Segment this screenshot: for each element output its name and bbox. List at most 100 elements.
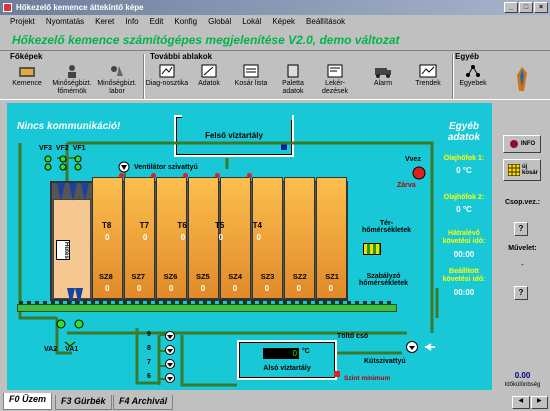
- szab-label: Szabályzó hőmérsékletek: [359, 273, 409, 287]
- zone-value-sz2: 0: [296, 284, 301, 293]
- zone-label-sz6: SZ6: [163, 272, 178, 281]
- maximize-button[interactable]: □: [519, 2, 533, 13]
- company-logo: [515, 65, 529, 93]
- menu-nyomtatas[interactable]: Nyomtatás: [46, 15, 84, 28]
- time-diff-label: Időkülönbség: [504, 382, 541, 388]
- info-button[interactable]: INFO: [503, 135, 541, 153]
- new-basket-button[interactable]: új kosár: [503, 159, 541, 181]
- muvelet-label: Művelet:: [508, 245, 537, 252]
- menu-konfig[interactable]: Konfig: [174, 15, 197, 28]
- ventilator-label: Ventilátor szivattyú: [134, 164, 198, 171]
- oil2-label: Olajhőfok 2:: [443, 194, 485, 201]
- tolto-label: Töltő cső: [337, 333, 369, 340]
- zone-value-sz7: 0: [136, 284, 142, 293]
- zone-value-sz8: 0: [105, 284, 110, 293]
- diagnostics-icon: [159, 64, 175, 78]
- query-icon: [327, 64, 343, 78]
- fomernok-button[interactable]: Minőségbizt. főmérnök: [50, 62, 94, 99]
- zone-value-t5: 0: [218, 233, 224, 242]
- menu-kepek[interactable]: Képek: [272, 15, 295, 28]
- vf1-label: VF1: [72, 145, 86, 152]
- kosar-lista-button[interactable]: Kosár lista: [229, 62, 273, 99]
- legend-swatch-icon: [363, 243, 381, 255]
- zone-label-sz4: SZ4: [228, 272, 243, 281]
- set-value: 00:00: [453, 288, 475, 297]
- tab-f3-gurbek[interactable]: F3 Gürbék: [55, 395, 112, 410]
- basket-list-icon: [243, 64, 259, 78]
- group-label-egyeb: Egyéb: [455, 52, 480, 61]
- kut-pump-icon[interactable]: [405, 340, 419, 354]
- cooling-spray-icons: [57, 183, 89, 201]
- furnace-icon: [19, 67, 35, 77]
- lower-tank-value: 0: [263, 348, 299, 359]
- zone-label-sz3: SZ3: [260, 272, 275, 281]
- va2-label: VA2: [44, 346, 58, 353]
- oil1-label: Olajhőfok 1:: [443, 155, 485, 162]
- furnace-base: [17, 304, 397, 312]
- zone-label-sz2: SZ2: [292, 272, 307, 281]
- tab-f0-uzem[interactable]: F0 Üzem: [3, 393, 53, 410]
- oil2-value: 0 °C: [456, 205, 472, 214]
- menu-projekt[interactable]: Projekt: [10, 15, 35, 28]
- paletta-button[interactable]: Paletta adatok: [271, 62, 315, 99]
- valve-vf3-icon[interactable]: [43, 155, 54, 173]
- info-icon: [509, 140, 518, 148]
- menu-global[interactable]: Globál: [208, 15, 231, 28]
- diagnosztika-button[interactable]: Diag-nosztika: [145, 62, 189, 99]
- adatok-button[interactable]: Adatok: [187, 62, 231, 99]
- vf3-label: VF3: [39, 145, 52, 152]
- tab-scroll-left-icon[interactable]: ◀: [512, 396, 530, 409]
- zone-value-t7: 0: [142, 233, 148, 242]
- menu-info[interactable]: Info: [125, 15, 138, 28]
- pump-icons[interactable]: [163, 331, 177, 387]
- title-bar: Hőkezelő kemence áttekintő képe _ □ ×: [0, 0, 550, 15]
- va-valves: [55, 318, 85, 348]
- tab-scroll-right-icon[interactable]: ▶: [530, 396, 548, 409]
- menu-lokal[interactable]: Lokál: [242, 15, 261, 28]
- trendek-button[interactable]: Trendek: [406, 62, 450, 99]
- cooling-label: Hűtés: [56, 240, 70, 260]
- zone-label-sz8: SZ8: [99, 272, 113, 281]
- menu-bar: Projekt Nyomtatás Keret Info Edit Konfig…: [0, 15, 550, 28]
- tab-f4-archival[interactable]: F4 Archivál: [113, 395, 174, 410]
- zone-value-sz4: 0: [232, 284, 238, 293]
- window-title: Hőkezelő kemence áttekintő képe: [16, 3, 144, 12]
- pump-group: 9 8 7 6: [147, 331, 187, 387]
- valve-vf1-icon[interactable]: [73, 155, 84, 173]
- kemence-button[interactable]: Kemence: [5, 62, 49, 99]
- time-diff-value: 0.00: [514, 371, 531, 380]
- right-panel: INFO új kosár Csop.vez.: ? Művelet: - ? …: [495, 103, 550, 390]
- zone-value-sz5: 0: [200, 284, 206, 293]
- zone-value-sz6: 0: [168, 284, 174, 293]
- level-min-label: Szint minimum: [344, 375, 391, 382]
- zone-label-t5: T5: [214, 221, 225, 230]
- labor-button[interactable]: Minőségbizt. labor: [95, 62, 139, 99]
- level-min-indicator: [334, 371, 340, 377]
- close-button[interactable]: ×: [534, 2, 548, 13]
- ter-label: Tér- hőmérsékletek: [362, 220, 412, 234]
- zone-label-sz1: SZ1: [325, 272, 339, 281]
- vvez-valve-icon[interactable]: [412, 166, 426, 180]
- menu-beallitasok[interactable]: Beállítások: [306, 15, 345, 28]
- toolbar: Főképek További ablakok Egyéb Kemence Mi…: [0, 50, 550, 100]
- lower-tank-label: Alsó víztartály: [263, 365, 311, 372]
- valve-vf2-icon[interactable]: [58, 155, 69, 173]
- egyebek-button[interactable]: Egyebek: [451, 62, 495, 99]
- zone-value-sz3: 0: [264, 284, 270, 293]
- zone-value-t6: 0: [180, 233, 186, 242]
- menu-edit[interactable]: Edit: [150, 15, 164, 28]
- minimize-button[interactable]: _: [504, 2, 518, 13]
- ventilator-icon[interactable]: [118, 161, 130, 173]
- zone-value-t4: 0: [256, 233, 261, 242]
- alarm-button[interactable]: Alarm: [361, 62, 405, 99]
- trend-icon: [419, 64, 437, 78]
- zone-label-t6: T6: [177, 221, 187, 230]
- bottom-tabs: F0 Üzem F3 Gürbék F4 Archivál ◀ ▶: [0, 393, 550, 411]
- csop-help-button[interactable]: ?: [514, 222, 528, 236]
- oil1-value: 0 °C: [456, 166, 472, 175]
- menu-keret[interactable]: Keret: [95, 15, 114, 28]
- tab-scroll: ◀ ▶: [512, 396, 548, 409]
- lekerdezesek-button[interactable]: Lekér-dezések: [313, 62, 357, 99]
- inflow-arrow-icon: [425, 343, 435, 351]
- muvelet-help-button[interactable]: ?: [514, 286, 528, 300]
